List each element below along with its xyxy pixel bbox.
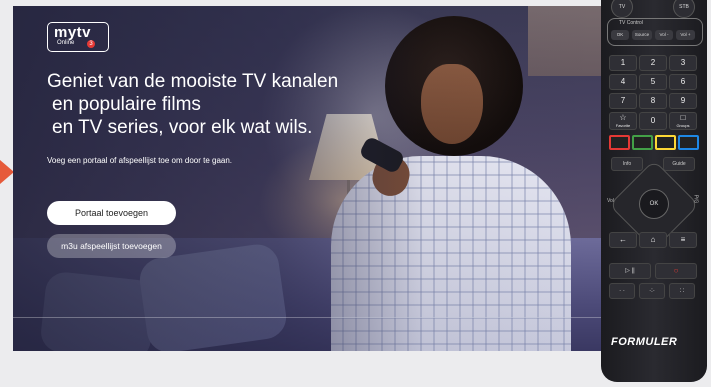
- pointer-arrow-icon: [0, 160, 14, 184]
- back-button[interactable]: ←: [609, 232, 637, 248]
- headline-line-3: en TV series, voor elk wat wils.: [52, 117, 313, 138]
- groups-button[interactable]: □ Groups: [669, 112, 697, 130]
- tv-button[interactable]: TV: [611, 0, 633, 18]
- remote-control: TV STB TV Control OK Source Vol - Vol + …: [601, 0, 707, 382]
- yellow-button[interactable]: [655, 135, 676, 150]
- mytv-logo: mytv Online 3: [47, 22, 109, 52]
- ok-button[interactable]: OK: [639, 189, 669, 219]
- vol-up-button[interactable]: Vol +: [676, 30, 695, 40]
- favorite-button[interactable]: ☆ Favorite: [609, 112, 637, 130]
- green-button[interactable]: [632, 135, 653, 150]
- add-m3u-playlist-button[interactable]: m3u afspeellijst toevoegen: [47, 234, 176, 258]
- favorite-label: Favorite: [615, 123, 631, 128]
- source-button[interactable]: Source: [632, 30, 652, 40]
- groups-icon: □: [680, 113, 686, 122]
- menu-button[interactable]: ≡: [669, 232, 697, 248]
- hero-headline: Geniet van de mooiste TV kanalen en popu…: [47, 70, 377, 139]
- key-7[interactable]: 7: [609, 93, 637, 109]
- vol-down-button[interactable]: Vol -: [655, 30, 673, 40]
- logo-subtext: Online: [57, 40, 75, 46]
- add-portal-button[interactable]: Portaal toevoegen: [47, 201, 176, 225]
- progress-line: [13, 317, 601, 318]
- dots-button-3[interactable]: : :: [669, 283, 695, 299]
- info-button[interactable]: Info: [611, 157, 643, 171]
- logo-badge: 3: [87, 40, 95, 48]
- key-2[interactable]: 2: [639, 55, 667, 71]
- brand-logo: FORMULER: [611, 336, 678, 348]
- play-pause-button[interactable]: ▷ ||: [609, 263, 651, 279]
- stb-button[interactable]: STB: [673, 0, 695, 18]
- hero-subtext: Voeg een portaal of afspeellijst toe om …: [47, 156, 233, 165]
- record-button[interactable]: ○: [655, 263, 697, 279]
- groups-label: Groups: [676, 123, 690, 128]
- key-4[interactable]: 4: [609, 74, 637, 90]
- dots-button-2[interactable]: ·:·: [639, 283, 665, 299]
- guide-button[interactable]: Guide: [663, 157, 695, 171]
- key-1[interactable]: 1: [609, 55, 637, 71]
- key-3[interactable]: 3: [669, 55, 697, 71]
- star-icon: ☆: [619, 113, 627, 122]
- tv-ok-button[interactable]: OK: [611, 30, 629, 40]
- screen-overlay: [13, 6, 601, 351]
- key-5[interactable]: 5: [639, 74, 667, 90]
- tv-control-label: TV Control: [619, 20, 643, 26]
- page-label: P/G: [692, 194, 699, 204]
- tv-screen: mytv Online 3 Geniet van de mooiste TV k…: [13, 6, 601, 351]
- dots-button-1[interactable]: · ·: [609, 283, 635, 299]
- key-0[interactable]: 0: [639, 112, 667, 130]
- key-9[interactable]: 9: [669, 93, 697, 109]
- home-button[interactable]: ⌂: [639, 232, 667, 248]
- headline-line-2: en populaire films: [52, 94, 201, 115]
- logo-text: mytv: [54, 24, 92, 41]
- key-6[interactable]: 6: [669, 74, 697, 90]
- vol-label: Vol: [607, 198, 614, 204]
- blue-button[interactable]: [678, 135, 699, 150]
- key-8[interactable]: 8: [639, 93, 667, 109]
- headline-line-1: Geniet van de mooiste TV kanalen: [47, 71, 339, 92]
- red-button[interactable]: [609, 135, 630, 150]
